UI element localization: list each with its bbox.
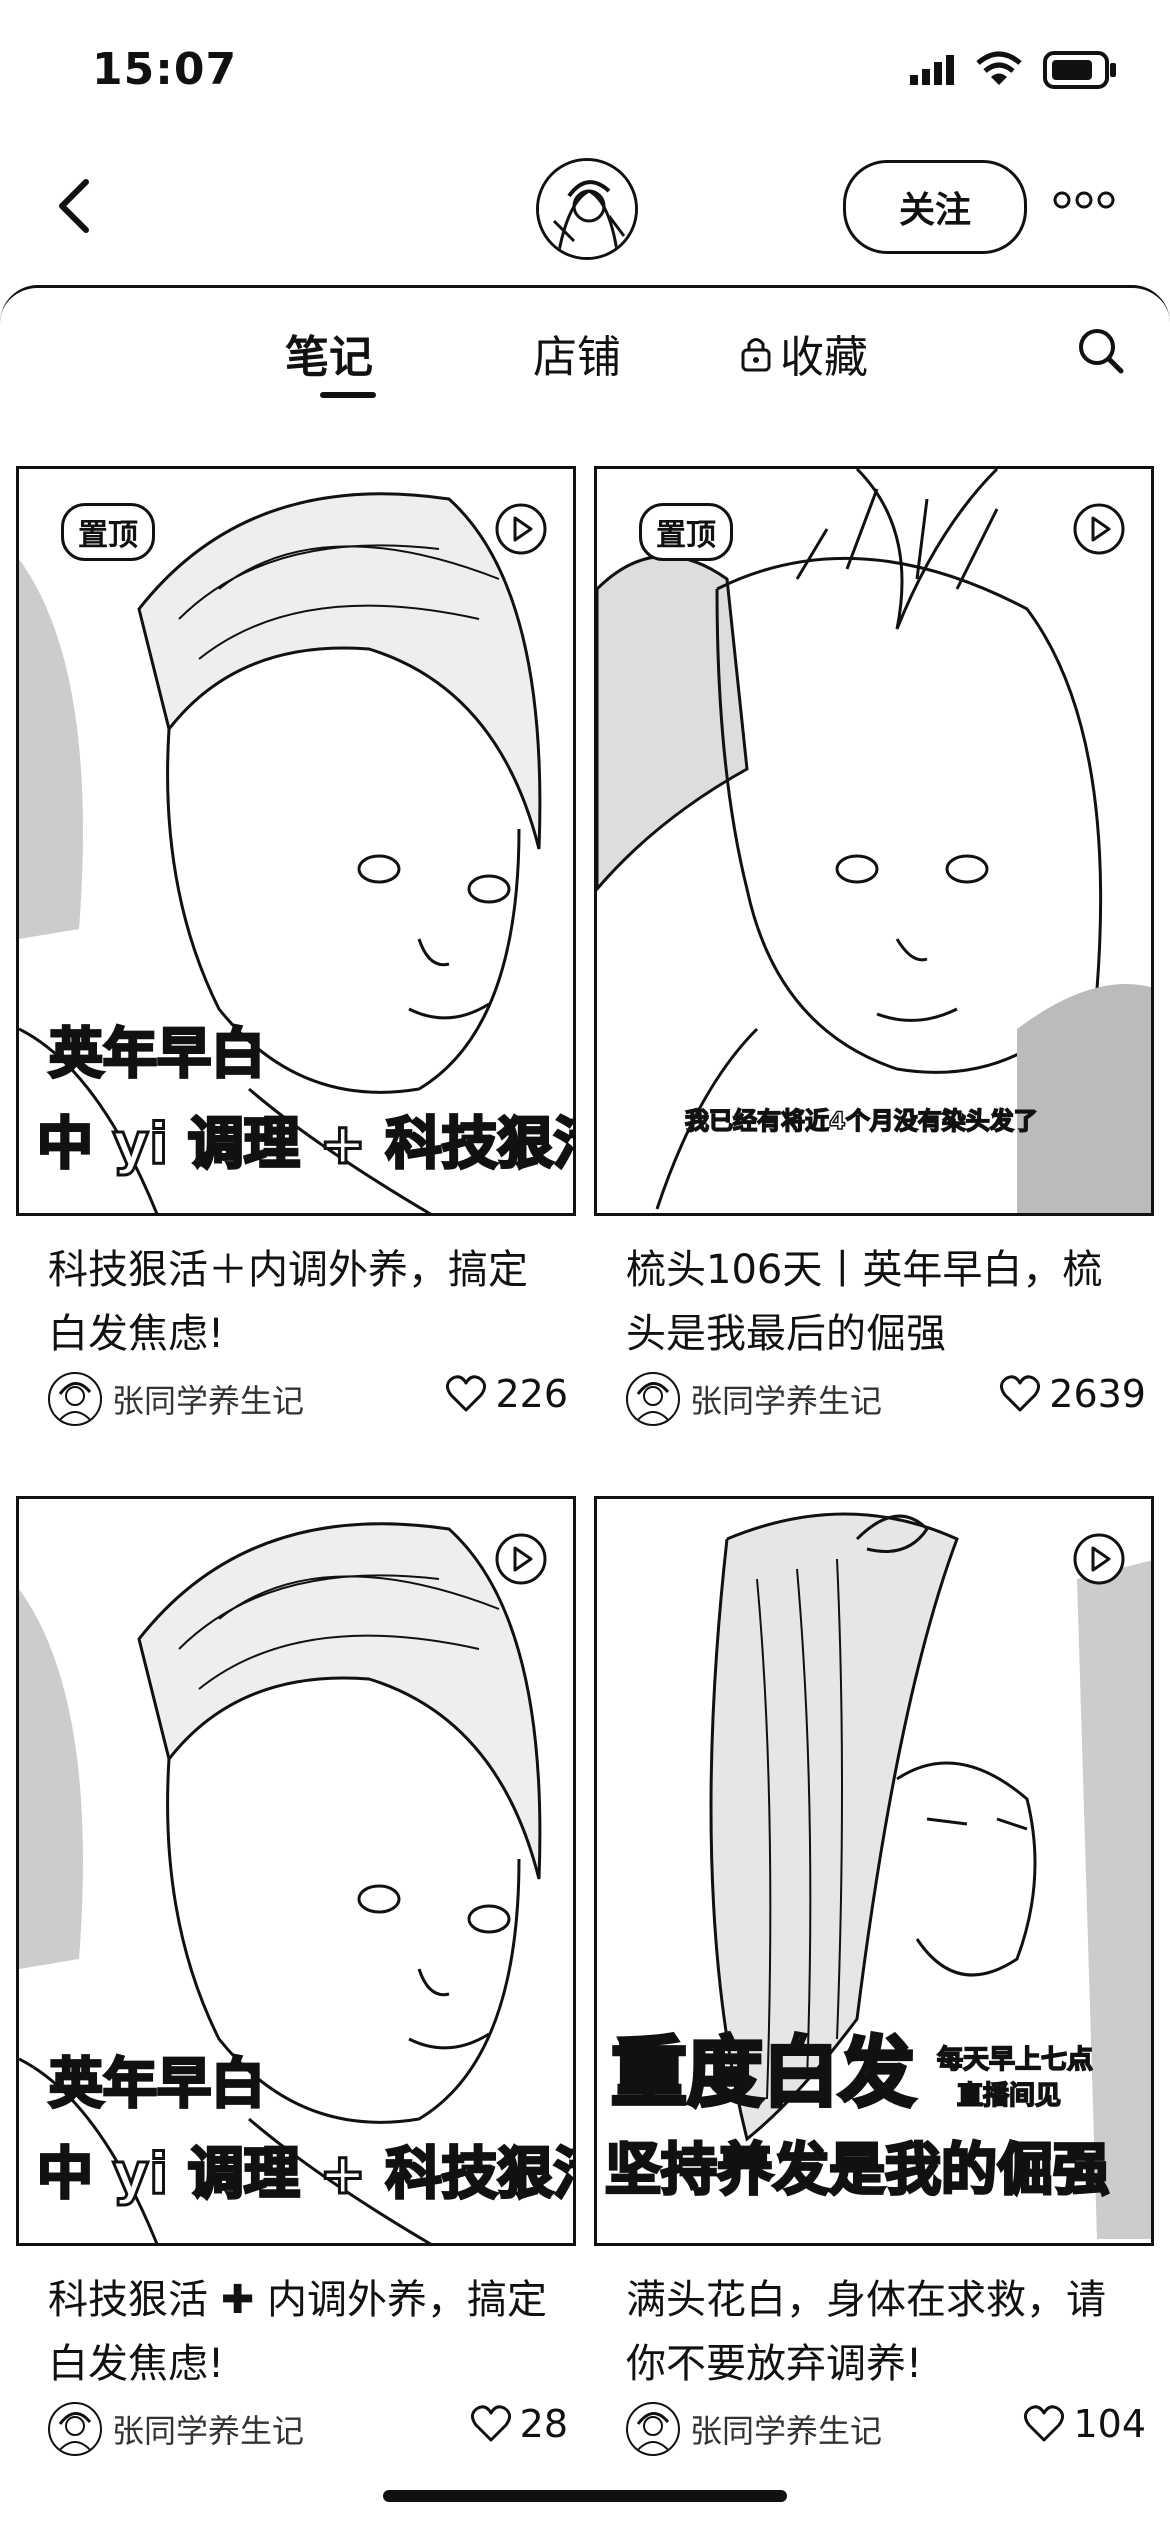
status-time: 15:07 [92,44,238,95]
author-name[interactable]: 张同学养生记 [112,1376,304,1422]
note-cover-image[interactable]: 置顶 英年早白 中 yi 调理 + 科技狠活 [16,466,576,1216]
like-count: 104 [1073,2402,1146,2446]
author-name[interactable]: 张同学养生记 [690,1376,882,1422]
author-name[interactable]: 张同学养生记 [690,2406,882,2452]
back-arrow-icon[interactable] [46,174,110,238]
cover-caption: 中 yi 调理 + 科技狠活 [36,2141,576,2209]
system-icons [908,50,1118,90]
cover-caption: 英年早白 [48,2051,267,2117]
tab-favorites[interactable]: 收藏 [738,321,868,385]
heart-icon [470,2405,511,2442]
cover-caption: 中 yi 调理 + 科技狠活 [36,1111,576,1179]
note-meta: 张同学养生记 226 [48,1368,568,1426]
author-avatar[interactable] [626,2402,680,2456]
video-play-icon [1073,1533,1125,1585]
author-avatar[interactable] [48,2402,102,2456]
like-button[interactable]: 226 [445,1372,568,1416]
like-count: 28 [519,2402,568,2446]
author-name[interactable]: 张同学养生记 [112,2406,304,2452]
note-title[interactable]: 满头花白，身体在求救，请你不要放弃调养! [626,2268,1126,2396]
cover-caption: 每天早上七点 [936,2044,1094,2076]
like-button[interactable]: 104 [1023,2402,1146,2446]
note-title[interactable]: 梳头106天丨英年早白，梳头是我最后的倔强 [626,1238,1126,1366]
tab-notes[interactable]: 笔记 [285,321,373,385]
pinned-badge: 置顶 [639,503,733,561]
search-icon[interactable] [1075,325,1127,377]
like-button[interactable]: 2639 [999,1372,1146,1416]
note-meta: 张同学养生记 104 [626,2398,1146,2456]
author-avatar[interactable] [48,1372,102,1426]
video-play-icon [495,503,547,555]
more-options-icon[interactable] [1052,180,1116,220]
cover-caption: 英年早白 [48,1021,267,1087]
user-avatar[interactable] [536,158,638,260]
heart-icon [446,1375,487,1412]
tab-active-indicator [320,392,376,398]
signal-icon [910,55,954,85]
note-cover-image[interactable]: 重度白发 每天早上七点 直播间见 坚持养发是我的倔强 [594,1496,1154,2246]
wifi-icon [976,51,1022,85]
battery-icon [1043,51,1116,89]
cover-caption: 直播间见 [956,2080,1062,2112]
tab-shop[interactable]: 店铺 [533,321,621,385]
author-avatar[interactable] [626,1372,680,1426]
note-title[interactable]: 科技狠活＋内调外养，搞定白发焦虑! [48,1238,548,1366]
note-title[interactable]: 科技狠活 ✚ 内调外养，搞定白发焦虑! [48,2268,548,2396]
like-count: 226 [495,1372,568,1416]
note-cover-image[interactable]: 置顶 我已经有将近4个月没有染头发了 [594,466,1154,1216]
cover-caption: 坚持养发是我的倔强 [604,2137,1111,2205]
tab-favorites-label: 收藏 [780,332,868,383]
lock-icon [741,338,771,372]
like-button[interactable]: 28 [470,2402,568,2446]
home-indicator[interactable] [383,2490,787,2502]
follow-button[interactable]: 关注 [843,160,1027,254]
like-count: 2639 [1049,1372,1146,1416]
heart-icon [1000,1375,1041,1412]
note-meta: 张同学养生记 28 [48,2398,568,2456]
note-cover-image[interactable]: 英年早白 中 yi 调理 + 科技狠活 [16,1496,576,2246]
video-play-icon [495,1533,547,1585]
profile-header: 关注 [0,140,1170,270]
cover-caption: 重度白发 [609,2026,917,2119]
video-play-icon [1073,503,1125,555]
tab-bar: 笔记 店铺 收藏 [0,285,1170,398]
cover-caption: 我已经有将近4个月没有染头发了 [684,1106,1038,1136]
status-bar: 15:07 [0,0,1170,130]
note-meta: 张同学养生记 2639 [626,1368,1146,1426]
pinned-badge: 置顶 [61,503,155,561]
heart-icon [1024,2405,1065,2442]
